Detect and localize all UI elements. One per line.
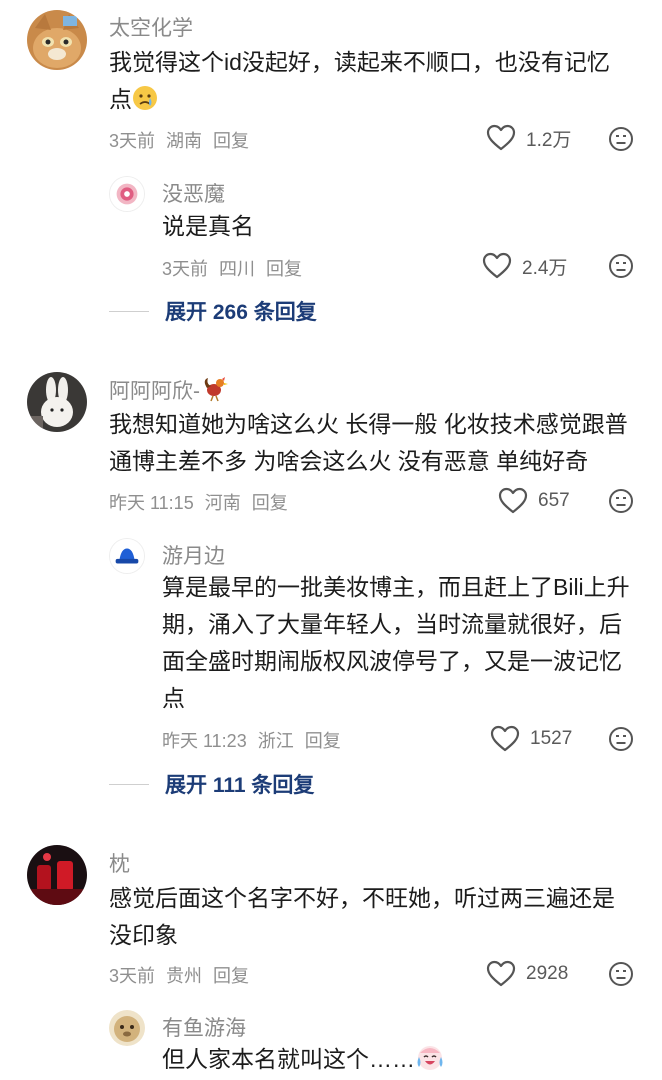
neutral-face-icon[interactable] bbox=[608, 961, 634, 987]
bucket-hat-avatar-icon bbox=[110, 539, 144, 573]
location: 贵州 bbox=[166, 966, 203, 986]
divider bbox=[109, 310, 149, 312]
reply-text: 说是真名 bbox=[162, 213, 254, 239]
heart-outline-icon bbox=[486, 124, 516, 151]
avatar[interactable] bbox=[27, 372, 87, 432]
like-button[interactable]: 1.2万 bbox=[486, 124, 571, 152]
reply-button[interactable]: 回复 bbox=[252, 493, 288, 513]
location: 河南 bbox=[204, 493, 241, 513]
username[interactable]: 阿阿阿欣- bbox=[109, 374, 228, 408]
reply-meta: 昨天 11:23 浙江 回复 bbox=[162, 727, 347, 753]
crying-laughing-face-icon bbox=[415, 1043, 445, 1080]
location: 湖南 bbox=[166, 131, 203, 151]
neutral-face-icon[interactable] bbox=[608, 488, 634, 514]
avatar[interactable] bbox=[27, 10, 87, 70]
location: 四川 bbox=[219, 259, 256, 279]
expand-replies-label: 展开 111 条回复 bbox=[165, 774, 315, 797]
reply-button[interactable]: 回复 bbox=[305, 731, 341, 751]
reply-button[interactable]: 回复 bbox=[213, 966, 249, 986]
comment-text-body: 我觉得这个id没起好，读起来不顺口，也没有记忆点 bbox=[109, 49, 610, 112]
comment-meta: 3天前 湖南 回复 bbox=[109, 127, 255, 153]
timestamp: 3天前 bbox=[109, 966, 156, 986]
expand-replies-button[interactable]: 展开 266 条回复 bbox=[109, 296, 317, 326]
username[interactable]: 枕 bbox=[109, 848, 130, 878]
avatar[interactable] bbox=[27, 845, 87, 905]
red-glass-avatar-icon bbox=[27, 845, 87, 905]
timestamp: 3天前 bbox=[109, 131, 156, 151]
avatar[interactable] bbox=[109, 538, 145, 574]
location: 浙江 bbox=[257, 731, 294, 751]
username[interactable]: 有鱼游海 bbox=[162, 1012, 246, 1042]
heart-outline-icon bbox=[490, 725, 520, 752]
heart-outline-icon bbox=[482, 252, 512, 279]
heart-outline-icon bbox=[486, 960, 516, 987]
reply-meta: 3天前 四川 回复 bbox=[162, 255, 308, 281]
reply-text: 但人家本名就叫这个…… bbox=[162, 1041, 622, 1080]
like-button[interactable]: 2.4万 bbox=[482, 252, 567, 280]
reply-text: 算是最早的一批美妆博主，而且赶上了Bili上升期，涌入了大量年轻人，当时流量就很… bbox=[162, 574, 630, 711]
timestamp: 昨天 11:23 bbox=[162, 731, 247, 751]
divider bbox=[109, 783, 149, 785]
comment-meta: 昨天 11:15 河南 回复 bbox=[109, 489, 294, 515]
reply-text-body: 但人家本名就叫这个…… bbox=[162, 1046, 415, 1072]
comment-meta: 3天前 贵州 回复 bbox=[109, 962, 255, 988]
neutral-face-icon[interactable] bbox=[608, 253, 634, 279]
username-text: 阿阿阿欣- bbox=[109, 380, 200, 403]
comment-text: 我想知道她为啥这么火 长得一般 化妆技术感觉跟普通博主差不多 为啥会这么火 没有… bbox=[109, 411, 628, 474]
username[interactable]: 太空化学 bbox=[109, 12, 193, 42]
like-button[interactable]: 1527 bbox=[490, 725, 572, 753]
reply-button[interactable]: 回复 bbox=[266, 259, 302, 279]
expand-replies-button[interactable]: 展开 111 条回复 bbox=[109, 769, 314, 799]
username[interactable]: 没恶魔 bbox=[162, 178, 225, 208]
timestamp: 3天前 bbox=[162, 259, 209, 279]
bunny-plush-avatar-icon bbox=[27, 372, 87, 432]
expand-replies-label: 展开 266 条回复 bbox=[165, 301, 317, 324]
like-button[interactable]: 2928 bbox=[486, 960, 568, 988]
reply-button[interactable]: 回复 bbox=[213, 131, 249, 151]
neutral-face-icon[interactable] bbox=[608, 726, 634, 752]
rooster-icon bbox=[202, 374, 228, 408]
plush-toy-avatar-icon bbox=[109, 1010, 145, 1046]
cat-avatar-icon bbox=[27, 10, 87, 70]
avatar[interactable] bbox=[109, 1010, 145, 1046]
like-count: 2928 bbox=[526, 963, 569, 984]
donut-avatar-icon bbox=[110, 177, 144, 211]
like-count: 2.4万 bbox=[522, 257, 568, 279]
comment-text: 我觉得这个id没起好，读起来不顺口，也没有记忆点 bbox=[109, 44, 624, 122]
neutral-face-icon[interactable] bbox=[608, 126, 634, 152]
like-count: 657 bbox=[538, 490, 570, 511]
like-button[interactable]: 657 bbox=[498, 487, 570, 515]
comment-text: 感觉后面这个名字不好，不旺她，听过两三遍还是没印象 bbox=[109, 885, 615, 948]
like-count: 1.2万 bbox=[526, 129, 572, 151]
timestamp: 昨天 11:15 bbox=[109, 493, 194, 513]
like-count: 1527 bbox=[530, 728, 573, 749]
username[interactable]: 游月边 bbox=[162, 540, 225, 570]
heart-outline-icon bbox=[498, 487, 528, 514]
avatar[interactable] bbox=[109, 176, 145, 212]
crying-face-icon bbox=[132, 85, 158, 122]
